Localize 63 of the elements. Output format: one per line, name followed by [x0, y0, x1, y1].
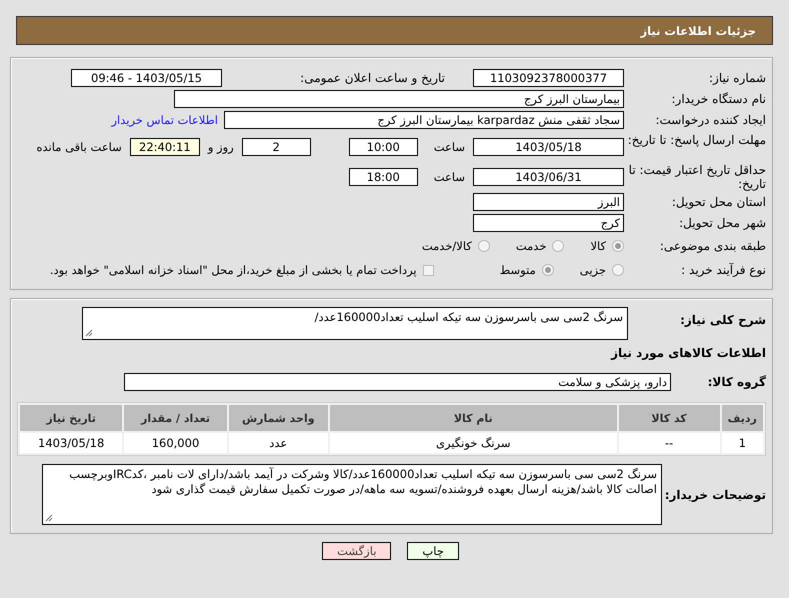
column-header: تعداد / مقدار	[124, 405, 227, 431]
radio-label: متوسط	[500, 263, 536, 277]
column-header: تاریخ نیاز	[20, 405, 122, 431]
column-header: واحد شمارش	[228, 405, 328, 431]
days-field: 2	[242, 138, 311, 156]
field-label: نام دستگاه خریدار:	[670, 92, 766, 106]
resize-grip-icon[interactable]	[45, 514, 53, 522]
column-header: ردیف	[722, 405, 763, 431]
resize-grip-icon[interactable]	[85, 329, 93, 337]
field-label: توضیحات خریدار:	[664, 488, 766, 502]
field-label: گروه کالا:	[706, 374, 766, 388]
field-label: شرح کلی نیاز:	[679, 312, 766, 327]
radio-button[interactable]	[552, 240, 564, 252]
radio-button[interactable]	[612, 240, 624, 252]
page-title: جزئیات اطلاعات نیاز	[640, 24, 757, 38]
field-label: طبقه بندی موضوعی:	[658, 239, 766, 253]
province-field: البرز	[473, 192, 624, 210]
announce-date-field: 1403/05/15 - 09:46	[71, 68, 222, 86]
radio-label: کالا/خدمت	[422, 239, 472, 253]
city-field: کرج	[473, 214, 624, 232]
radio-label: جزیی	[580, 263, 606, 277]
requester-field: سجاد ثقفی منش karpardaz بیمارستان البرز کرج	[224, 110, 624, 128]
need-number-field: 1103092378000377	[473, 68, 624, 86]
field-label: ایجاد کننده درخواست:	[654, 112, 766, 126]
goods-group-field: دارو، پزشکی و سلامت	[124, 372, 671, 390]
table-cell: سرنگ خونگیری	[330, 433, 617, 453]
date-field: 1403/05/18	[473, 138, 624, 156]
contact-link[interactable]: اطلاعات تماس خریدار	[111, 112, 224, 126]
column-header: نام کالا	[330, 405, 617, 431]
field-label: حداقل تاریخ اعتبار قیمت: تا تاریخ:	[628, 162, 766, 191]
radio-button[interactable]	[478, 240, 490, 252]
field-label: استان محل تحویل:	[670, 194, 766, 208]
field-label: شماره نیاز:	[708, 70, 766, 84]
field-label: ساعت	[432, 170, 466, 184]
back-button[interactable]: بازگشت	[322, 542, 392, 560]
remaining-time-field: 22:40:11	[130, 138, 200, 156]
print-button[interactable]: چاپ	[407, 542, 459, 560]
checkbox[interactable]	[422, 264, 434, 276]
field-label: مهلت ارسال پاسخ: تا تاریخ:	[626, 132, 766, 147]
table-cell: 160,000	[124, 433, 227, 453]
field-label: شهر محل تحویل:	[678, 216, 766, 230]
buyer-field: بیمارستان البرز کرج	[174, 90, 624, 108]
field-label: روز و	[206, 140, 235, 154]
field-label: تاریخ و ساعت اعلان عمومی:	[300, 70, 445, 84]
radio-button[interactable]	[612, 264, 624, 276]
radio-label: خدمت	[516, 239, 546, 253]
field-label: نوع فرآیند خرید :	[680, 263, 766, 277]
checkbox-label: پرداخت تمام یا بخشی از مبلغ خرید،از محل "اسناد خزانه اسلامی" خواهد بود.	[50, 263, 418, 277]
buyer-notes-field[interactable]: سرنگ 2سی سی باسرسوزن سه تیکه اسلیب تعداد160000عدد/کالا وشرکت در آیمد باشد/دارای لات نامبر ،کدIRCوبرچسب اصالت کالا باشد/هزینه ارسال بعهده فروشنده/تسویه سه ماهه/در صورت تکمیل سفارش قیمت گذاری شود	[42, 464, 662, 525]
table-cell: 1	[722, 433, 763, 453]
radio-button[interactable]	[542, 264, 554, 276]
date-field: 1403/06/31	[473, 168, 624, 186]
description-field[interactable]: سرنگ 2سی سی باسرسوزن سه تیکه اسلیب تعداد160000عدد/	[82, 307, 628, 340]
time-field: 18:00	[348, 168, 418, 186]
field-label: ساعت باقی مانده	[36, 140, 123, 154]
table-cell: عدد	[228, 433, 328, 453]
table-cell: --	[618, 433, 720, 453]
field-label: ساعت	[432, 140, 466, 154]
radio-label: کالا	[590, 239, 606, 253]
section-title: اطلاعات کالاهای مورد نیاز	[611, 346, 766, 360]
time-field: 10:00	[348, 138, 418, 156]
table-cell: 1403/05/18	[20, 433, 122, 453]
column-header: کد کالا	[618, 405, 720, 431]
